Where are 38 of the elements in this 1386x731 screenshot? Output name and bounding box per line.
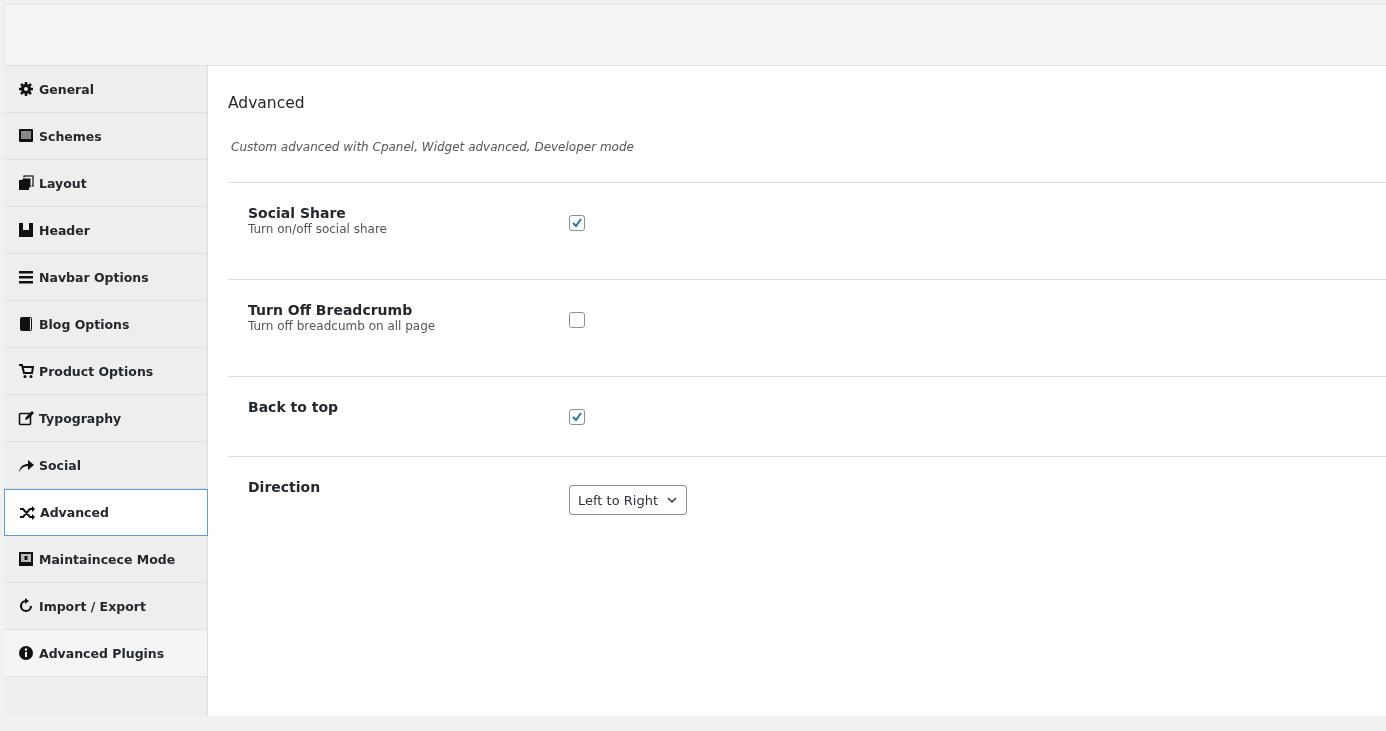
sidebar-tab[interactable]: Advanced Plugins — [4, 630, 207, 677]
monitor-icon — [18, 128, 34, 144]
cart-icon — [18, 363, 34, 379]
sidebar-tab[interactable]: General — [4, 66, 207, 113]
sidebar-tab[interactable]: Typography — [4, 395, 207, 442]
checkmark-icon — [571, 217, 583, 229]
info-icon — [18, 645, 34, 661]
checkbox[interactable] — [569, 312, 585, 328]
sidebar-tab[interactable]: Header — [4, 207, 207, 254]
checkbox[interactable] — [569, 215, 585, 231]
book-icon — [18, 316, 34, 332]
sidebar-tab[interactable]: Blog Options — [4, 301, 207, 348]
setting-label: Direction — [248, 479, 322, 495]
stacked-pages-icon — [18, 175, 34, 191]
edit-icon — [18, 410, 34, 426]
lock-screen-icon — [18, 551, 34, 567]
menu-icon — [18, 269, 34, 285]
setting-label: Back to top — [248, 399, 340, 415]
checkbox[interactable] — [569, 409, 585, 425]
setting-hint: Turn on/off social share — [248, 222, 388, 236]
sidebar-tab[interactable]: Product Options — [4, 348, 207, 395]
sidebar-tab[interactable]: Navbar Options — [4, 254, 207, 301]
sidebar-tab[interactable]: Advanced — [4, 489, 208, 536]
gear-icon — [18, 81, 34, 97]
setting-label: Turn Off Breadcrumb — [248, 302, 414, 318]
refresh-icon — [18, 598, 34, 614]
setting-label: Social Share — [248, 205, 347, 221]
section-title: Advanced — [228, 94, 306, 112]
sidebar-tab[interactable]: Schemes — [4, 113, 207, 160]
sidebar-tab[interactable]: Maintaincece Mode — [4, 536, 207, 583]
sidebar-tab[interactable]: Layout — [4, 160, 207, 207]
direction-dropdown[interactable]: Left to Right — [569, 485, 687, 515]
chevron-down-icon — [666, 494, 678, 506]
share-arrow-icon — [18, 457, 34, 473]
shuffle-icon — [19, 504, 35, 521]
checkmark-icon — [571, 411, 583, 423]
section-description: Custom advanced with Cpanel, Widget advanced, Developer mode — [231, 140, 635, 154]
setting-hint: Turn off breadcumb on all page — [248, 319, 437, 333]
